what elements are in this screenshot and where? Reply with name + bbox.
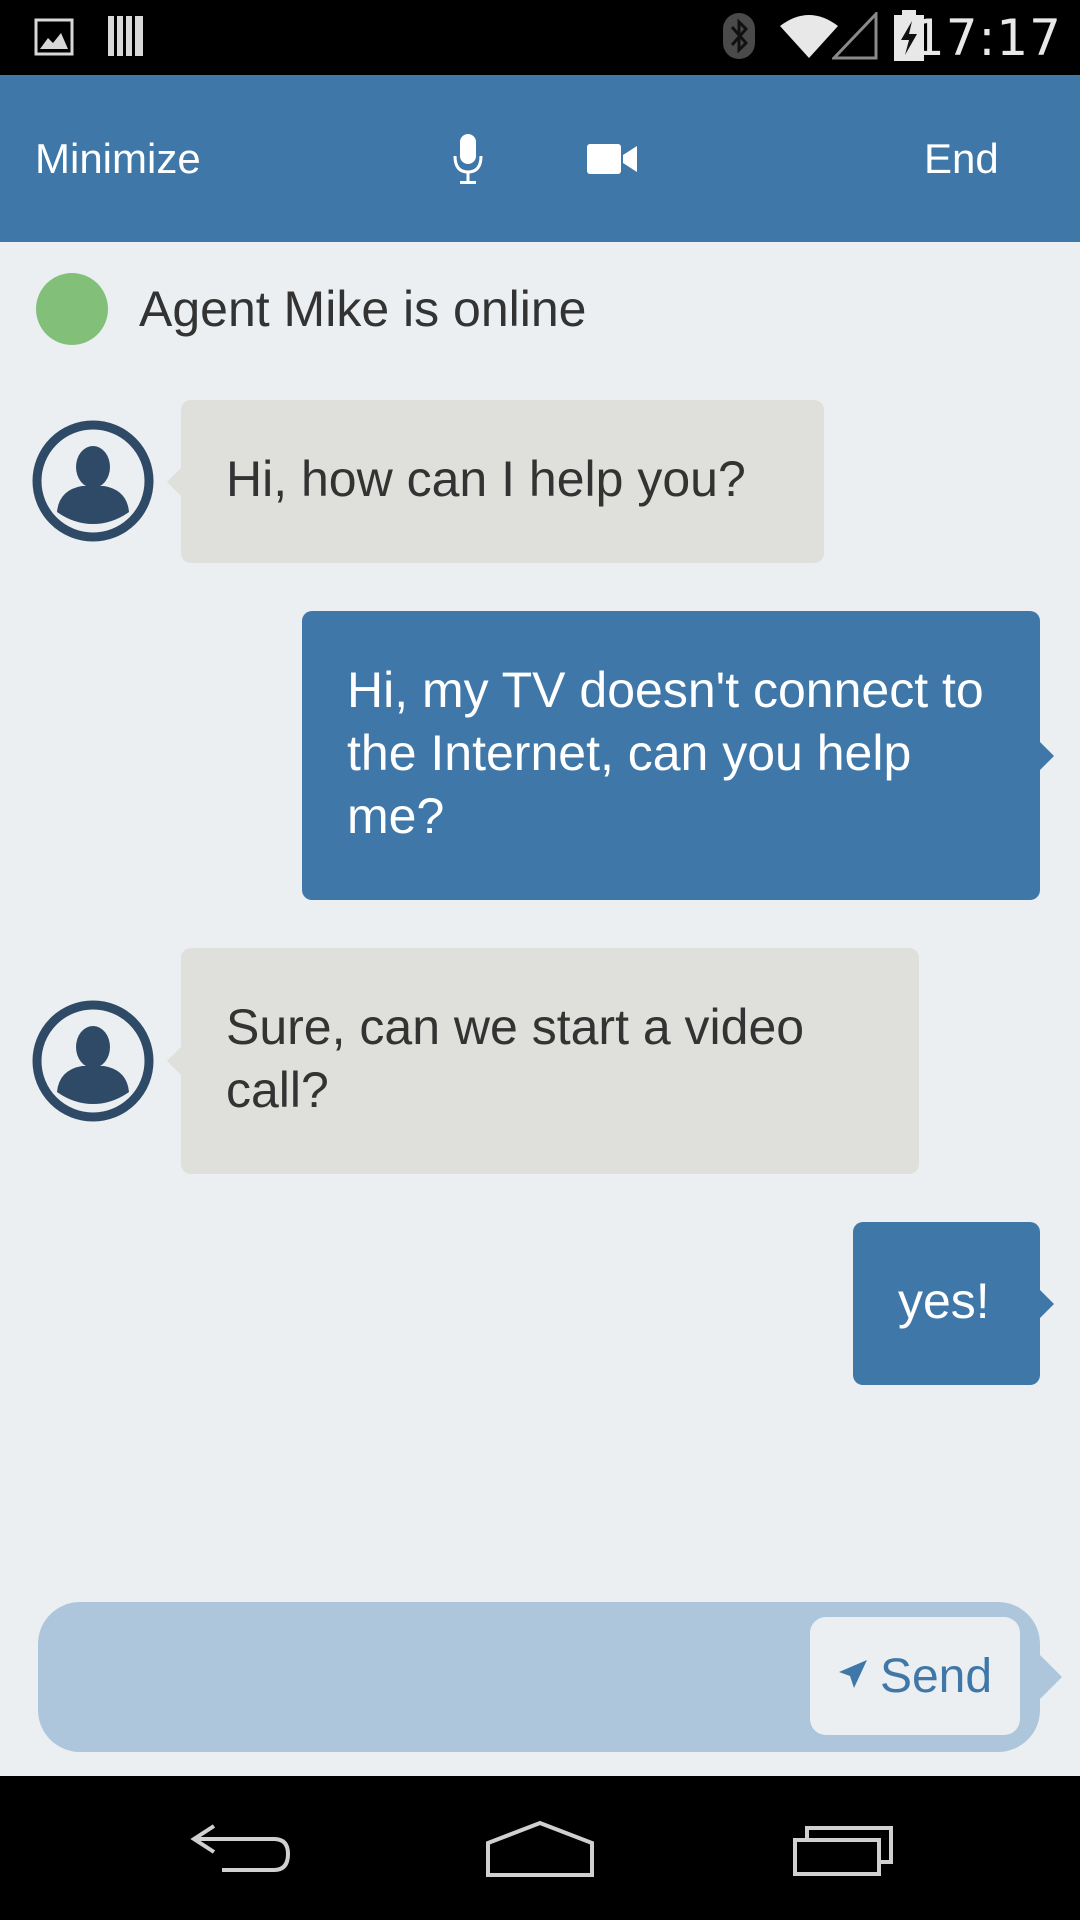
chat-area[interactable]: Agent Mike is online Hi, how can I help … <box>0 242 1080 1776</box>
recents-icon[interactable] <box>763 1776 923 1920</box>
signal-icon <box>830 10 878 65</box>
send-button[interactable]: Send <box>810 1617 1020 1735</box>
navigation-bar <box>0 1776 1080 1920</box>
end-button[interactable]: End <box>924 75 999 242</box>
message-composer: Send <box>38 1602 1062 1752</box>
microphone-icon[interactable] <box>440 75 495 242</box>
gallery-notification-icon <box>34 18 74 61</box>
video-camera-icon[interactable] <box>582 75 642 242</box>
user-message-bubble: yes! <box>853 1222 1054 1385</box>
barcode-notification-icon <box>106 14 146 63</box>
user-message-bubble: Hi, my TV doesn't connect to the Interne… <box>302 611 1054 900</box>
wifi-icon <box>778 12 840 65</box>
send-label: Send <box>879 1649 993 1703</box>
status-time: 17:17 <box>912 9 1062 67</box>
agent-message-bubble: Hi, how can I help you? <box>167 400 824 563</box>
agent-message-bubble: Sure, can we start a video call? <box>167 948 919 1174</box>
online-status-dot <box>36 273 108 345</box>
message-input[interactable] <box>68 1622 832 1734</box>
paper-plane-icon <box>838 1659 868 1694</box>
agent-avatar-icon <box>32 1000 154 1122</box>
minimize-button[interactable]: Minimize <box>35 75 201 242</box>
back-icon[interactable] <box>160 1776 320 1920</box>
chat-header: Minimize End <box>0 75 1080 242</box>
home-icon[interactable] <box>460 1776 620 1920</box>
presence-text: Agent Mike is online <box>139 281 587 337</box>
presence-indicator: Agent Mike is online <box>0 242 1080 382</box>
status-bar: 17:17 <box>0 0 1080 75</box>
bluetooth-icon <box>722 12 756 65</box>
agent-avatar-icon <box>32 420 154 542</box>
